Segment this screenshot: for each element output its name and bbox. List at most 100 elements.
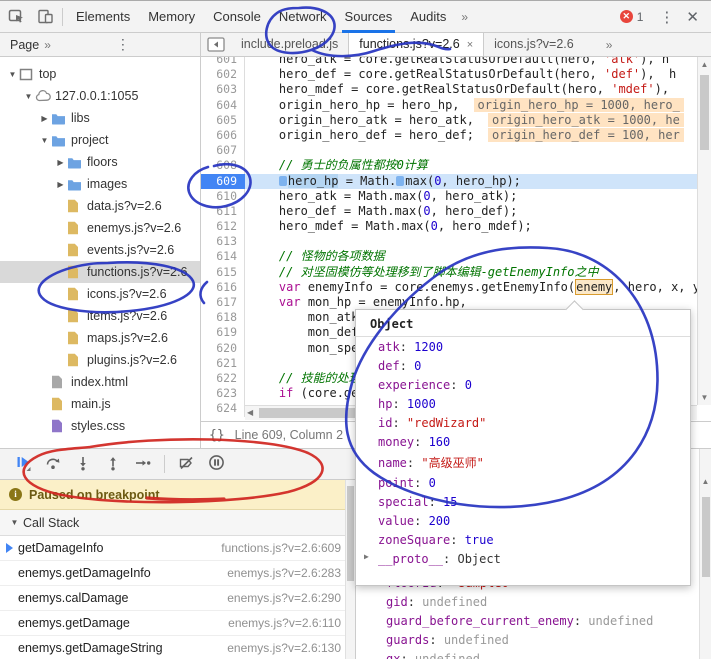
panel-tab-audits[interactable]: Audits bbox=[401, 1, 455, 33]
line-number[interactable]: 613 bbox=[201, 234, 245, 249]
line-number[interactable]: 619 bbox=[201, 325, 245, 340]
call-stack-frame[interactable]: enemys.getDamageenemys.js?v=2.6:110 bbox=[0, 611, 355, 636]
line-number[interactable]: 620 bbox=[201, 341, 245, 356]
more-editor-tabs-chevron[interactable]: » bbox=[600, 38, 619, 52]
scroll-up-icon[interactable]: ▲ bbox=[700, 477, 711, 486]
tree-item-events.js-v-2.6[interactable]: events.js?v=2.6 bbox=[0, 239, 200, 261]
line-number[interactable]: 602 bbox=[201, 67, 245, 82]
popup-property[interactable]: ▶__proto__: Object bbox=[356, 549, 690, 568]
line-number[interactable]: 612 bbox=[201, 219, 245, 234]
step-out-button[interactable] bbox=[98, 451, 128, 477]
tree-item-project[interactable]: ▼project bbox=[0, 129, 200, 151]
sidebar-scrollbar[interactable] bbox=[345, 480, 355, 659]
call-stack-frame[interactable]: enemys.getDamageInfoenemys.js?v=2.6:283 bbox=[0, 561, 355, 586]
editor-tab-icons.js?v=2.6[interactable]: icons.js?v=2.6 bbox=[484, 33, 584, 56]
line-number[interactable]: 623 bbox=[201, 386, 245, 401]
expander-open-icon[interactable]: ▼ bbox=[6, 70, 19, 79]
panel-tab-network[interactable]: Network bbox=[270, 1, 336, 33]
step-into-button[interactable] bbox=[68, 451, 98, 477]
scroll-down-icon[interactable]: ▼ bbox=[698, 393, 711, 402]
line-number[interactable]: 606 bbox=[201, 128, 245, 143]
tree-item-libs[interactable]: ▶libs bbox=[0, 107, 200, 129]
scroll-up-icon[interactable]: ▲ bbox=[698, 60, 711, 69]
more-panels-chevron[interactable]: » bbox=[455, 10, 474, 24]
step-button[interactable] bbox=[128, 451, 158, 477]
device-toolbar-icon[interactable] bbox=[32, 4, 58, 30]
tree-item-top[interactable]: ▼top bbox=[0, 63, 200, 85]
tree-item-functions.js-v-2.6[interactable]: functions.js?v=2.6 bbox=[0, 261, 200, 283]
navigator-more-chevron[interactable]: » bbox=[39, 38, 56, 52]
tree-item-plugins.js-v-2.6[interactable]: plugins.js?v=2.6 bbox=[0, 349, 200, 371]
error-badge[interactable]: ✕ 1 bbox=[620, 10, 644, 24]
expander-open-icon[interactable]: ▼ bbox=[38, 136, 51, 145]
pretty-print-button[interactable]: {} bbox=[201, 428, 235, 443]
scope-property[interactable]: gx: undefined bbox=[386, 652, 480, 659]
call-stack-frame[interactable]: enemys.getDamageStringenemys.js?v=2.6:13… bbox=[0, 636, 355, 659]
call-stack-header[interactable]: ▼ Call Stack bbox=[0, 510, 355, 536]
tree-item-index.html[interactable]: index.html bbox=[0, 371, 200, 393]
line-number[interactable]: 616 bbox=[201, 280, 245, 295]
tree-item-items.js-v-2.6[interactable]: items.js?v=2.6 bbox=[0, 305, 200, 327]
tree-item-enemys.js-v-2.6[interactable]: enemys.js?v=2.6 bbox=[0, 217, 200, 239]
scrollbar-thumb[interactable] bbox=[702, 497, 710, 577]
scope-property[interactable]: guard_before_current_enemy: undefined bbox=[386, 614, 653, 628]
tab-page[interactable]: Page bbox=[0, 38, 39, 52]
line-number[interactable]: 621 bbox=[201, 356, 245, 371]
scope-scrollbar[interactable]: ▲ bbox=[699, 449, 711, 659]
tree-item-images[interactable]: ▶images bbox=[0, 173, 200, 195]
line-number[interactable]: 624 bbox=[201, 401, 245, 416]
line-number[interactable]: 615 bbox=[201, 265, 245, 280]
tree-item-maps.js-v-2.6[interactable]: maps.js?v=2.6 bbox=[0, 327, 200, 349]
expander-closed-icon[interactable]: ▶ bbox=[54, 158, 67, 167]
deactivate-breakpoints-button[interactable] bbox=[171, 451, 201, 477]
line-number[interactable]: 607 bbox=[201, 143, 245, 158]
toggle-navigator-icon[interactable] bbox=[207, 37, 225, 52]
tree-item-floors[interactable]: ▶floors bbox=[0, 151, 200, 173]
hovered-variable[interactable]: enemy bbox=[575, 279, 613, 295]
inspect-icon[interactable] bbox=[3, 4, 29, 30]
scrollbar-thumb[interactable] bbox=[700, 75, 709, 150]
expander-open-icon[interactable]: ▼ bbox=[22, 92, 35, 101]
editor-tab-include.preload.js[interactable]: include.preload.js bbox=[231, 33, 348, 56]
scrollbar-thumb[interactable] bbox=[347, 486, 354, 581]
panel-tab-elements[interactable]: Elements bbox=[67, 1, 139, 33]
close-tab-icon[interactable]: × bbox=[467, 39, 473, 51]
scope-property[interactable]: gid: undefined bbox=[386, 595, 487, 609]
panel-tab-console[interactable]: Console bbox=[204, 1, 270, 33]
tree-item-data.js-v-2.6[interactable]: data.js?v=2.6 bbox=[0, 195, 200, 217]
panel-tab-sources[interactable]: Sources bbox=[336, 1, 402, 33]
continue-to-location-marker[interactable] bbox=[279, 176, 287, 186]
scroll-left-icon[interactable]: ◀ bbox=[247, 408, 253, 417]
navigator-menu-icon[interactable]: ⋮ bbox=[108, 36, 138, 53]
editor-tab-functions.js?v=2.6[interactable]: functions.js?v=2.6× bbox=[348, 33, 484, 56]
tree-item-127.0.0.1-1055[interactable]: ▼127.0.0.1:1055 bbox=[0, 85, 200, 107]
expander-closed-icon[interactable]: ▶ bbox=[54, 180, 67, 189]
tree-item-icons.js-v-2.6[interactable]: icons.js?v=2.6 bbox=[0, 283, 200, 305]
line-number[interactable]: 610 bbox=[201, 189, 245, 204]
line-number[interactable]: 618 bbox=[201, 310, 245, 325]
line-number[interactable]: 622 bbox=[201, 371, 245, 386]
devtools-menu-icon[interactable]: ⋮ bbox=[651, 8, 682, 26]
line-number[interactable]: 608 bbox=[201, 158, 245, 173]
resume-button[interactable] bbox=[8, 451, 38, 477]
line-number[interactable]: 617 bbox=[201, 295, 245, 310]
step-over-button[interactable] bbox=[38, 451, 68, 477]
editor-vertical-scrollbar[interactable]: ▲ ▼ bbox=[697, 57, 711, 405]
call-stack-frame[interactable]: enemys.calDamageenemys.js?v=2.6:290 bbox=[0, 586, 355, 611]
expander-closed-icon[interactable]: ▶ bbox=[364, 552, 369, 561]
scope-property[interactable]: guards: undefined bbox=[386, 633, 509, 647]
line-number[interactable]: 611 bbox=[201, 204, 245, 219]
panel-tab-memory[interactable]: Memory bbox=[139, 1, 204, 33]
tree-item-main.js[interactable]: main.js bbox=[0, 393, 200, 415]
line-number[interactable]: 604 bbox=[201, 98, 245, 113]
call-stack-frame[interactable]: getDamageInfofunctions.js?v=2.6:609 bbox=[0, 536, 355, 561]
tree-item-styles.css[interactable]: styles.css bbox=[0, 415, 200, 437]
close-devtools-icon[interactable]: ✕ bbox=[682, 8, 705, 26]
line-number[interactable]: 603 bbox=[201, 82, 245, 97]
line-number[interactable]: 609 bbox=[201, 174, 245, 189]
continue-to-location-marker[interactable] bbox=[396, 176, 404, 186]
line-number[interactable]: 614 bbox=[201, 249, 245, 264]
line-number[interactable]: 605 bbox=[201, 113, 245, 128]
pause-on-exceptions-button[interactable] bbox=[201, 451, 231, 477]
line-number[interactable]: 601 bbox=[201, 57, 245, 67]
